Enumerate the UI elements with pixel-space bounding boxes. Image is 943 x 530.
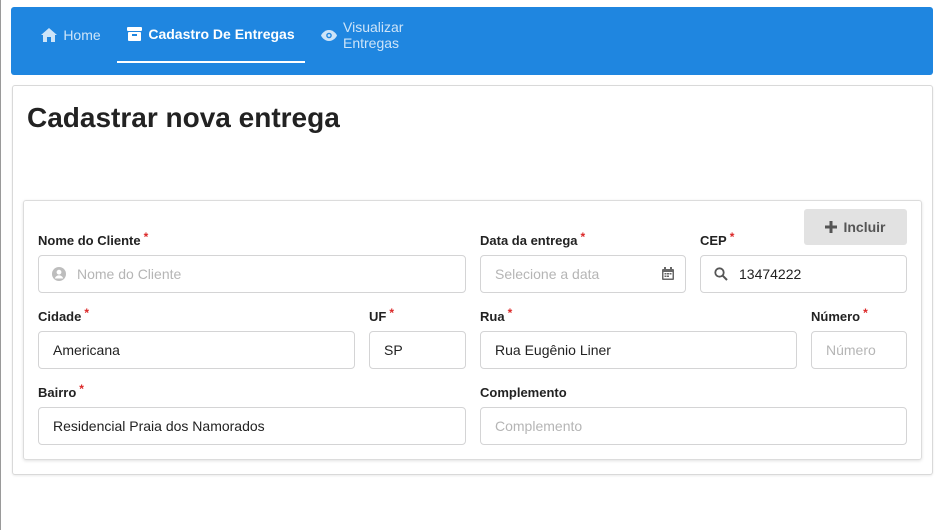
delivery-form: Incluir Nome do Cliente * Data da entrega… — [23, 200, 922, 460]
rua-input[interactable] — [481, 332, 796, 368]
nav-cadastro-label: Cadastro De Entregas — [148, 26, 295, 42]
uf-input[interactable] — [370, 332, 465, 368]
data-input[interactable] — [481, 256, 685, 292]
cliente-label-text: Nome do Cliente — [38, 233, 141, 248]
required-mark: * — [729, 230, 735, 244]
box-icon — [127, 27, 143, 41]
complemento-label-text: Complemento — [480, 385, 567, 400]
bairro-input[interactable] — [39, 408, 465, 444]
numero-label-text: Número — [811, 309, 861, 324]
top-navbar: Home Cadastro De Entregas Visualizar Ent… — [11, 7, 933, 75]
cep-input[interactable] — [701, 256, 906, 292]
cliente-input[interactable] — [39, 256, 465, 292]
cep-label: CEP * — [700, 230, 735, 248]
numero-label: Número * — [811, 306, 868, 324]
complemento-field — [480, 407, 907, 445]
user-icon — [52, 267, 66, 281]
required-mark: * — [143, 230, 149, 244]
data-field — [480, 255, 686, 293]
nav-visualizar-label: Visualizar Entregas — [343, 19, 404, 51]
cep-field — [700, 255, 907, 293]
cep-label-text: CEP — [700, 233, 727, 248]
rua-label: Rua * — [480, 306, 513, 324]
cidade-label: Cidade * — [38, 306, 90, 324]
cidade-label-text: Cidade — [38, 309, 82, 324]
uf-label-text: UF — [369, 309, 387, 324]
bairro-label-text: Bairro — [38, 385, 77, 400]
numero-field — [811, 331, 907, 369]
nav-home-label: Home — [63, 27, 101, 43]
eye-icon — [321, 29, 337, 41]
required-mark: * — [389, 306, 395, 320]
cliente-label: Nome do Cliente * — [38, 230, 149, 248]
nav-home[interactable]: Home — [41, 7, 101, 63]
nav-cadastro-entregas[interactable]: Cadastro De Entregas — [117, 7, 305, 63]
include-button-label: Incluir — [843, 219, 886, 235]
data-label-text: Data da entrega — [480, 233, 578, 248]
page-title: Cadastrar nova entrega — [27, 102, 340, 133]
required-mark: * — [863, 306, 868, 320]
complemento-label: Complemento — [480, 385, 567, 400]
required-mark: * — [580, 230, 586, 244]
cidade-field — [38, 331, 355, 369]
home-icon — [41, 28, 58, 42]
bairro-field — [38, 407, 466, 445]
cidade-input[interactable] — [39, 332, 354, 368]
bairro-label: Bairro * — [38, 382, 84, 400]
cliente-field — [38, 255, 466, 293]
nav-visualizar-entregas[interactable]: Visualizar Entregas — [321, 7, 463, 63]
required-mark: * — [84, 306, 90, 320]
uf-field — [369, 331, 466, 369]
main-card: Cadastrar nova entrega Incluir Nome do C… — [12, 85, 933, 475]
calendar-icon[interactable] — [662, 267, 674, 280]
plus-icon — [825, 221, 838, 233]
rua-field — [480, 331, 797, 369]
data-label: Data da entrega * — [480, 230, 586, 248]
search-icon — [714, 267, 728, 281]
required-mark: * — [507, 306, 513, 320]
include-button[interactable]: Incluir — [804, 209, 907, 245]
rua-label-text: Rua — [480, 309, 505, 324]
numero-input[interactable] — [812, 332, 906, 368]
uf-label: UF * — [369, 306, 395, 324]
required-mark: * — [79, 382, 84, 396]
complemento-input[interactable] — [481, 408, 906, 444]
